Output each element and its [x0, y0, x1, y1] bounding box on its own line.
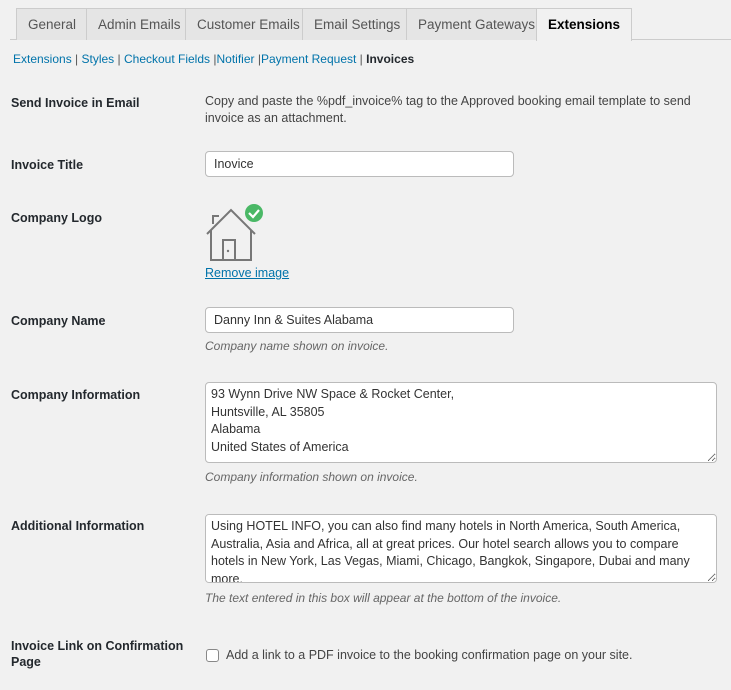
invoice-link-label: Invoice Link on Confirmation Page — [11, 639, 184, 669]
check-circle-icon — [245, 204, 263, 222]
subnav-styles[interactable]: Styles — [82, 52, 115, 66]
invoice-link-checkbox[interactable] — [206, 649, 219, 662]
invoice-title-input[interactable] — [205, 151, 514, 177]
subnav-notifier[interactable]: Notifier — [216, 52, 254, 66]
tab-admin-emails[interactable]: Admin Emails — [86, 8, 193, 40]
remove-image-link[interactable]: Remove image — [205, 266, 289, 280]
subnav-invoices: Invoices — [366, 52, 415, 66]
company-name-label: Company Name — [11, 314, 106, 328]
send-invoice-label: Send Invoice in Email — [11, 96, 140, 110]
send-invoice-text: Copy and paste the %pdf_invoice% tag to … — [205, 94, 691, 125]
company-name-hint: Company name shown on invoice. — [205, 339, 389, 353]
subnav-checkout-fields[interactable]: Checkout Fields — [124, 52, 210, 66]
additional-info-textarea[interactable]: Using HOTEL INFO, you can also find many… — [205, 514, 717, 583]
invoice-title-label: Invoice Title — [11, 158, 84, 172]
subnav-payment-request[interactable]: Payment Request — [261, 52, 356, 66]
subnav: Extensions | Styles | Checkout Fields |N… — [13, 52, 415, 66]
tab-customer-emails[interactable]: Customer Emails — [185, 8, 312, 40]
tab-extensions[interactable]: Extensions — [536, 8, 633, 41]
tab-general[interactable]: General — [16, 8, 89, 40]
additional-info-hint: The text entered in this box will appear… — [205, 591, 562, 605]
subnav-extensions[interactable]: Extensions — [13, 52, 72, 66]
company-info-textarea[interactable]: 93 Wynn Drive NW Space & Rocket Center, … — [205, 382, 717, 463]
invoice-link-checkbox-label[interactable]: Add a link to a PDF invoice to the booki… — [226, 647, 632, 664]
tab-email-settings[interactable]: Email Settings — [302, 8, 413, 40]
settings-tabs: General Admin Emails Customer Emails Ema… — [10, 8, 731, 41]
tab-payment-gateways[interactable]: Payment Gateways — [406, 8, 548, 40]
additional-info-label: Additional Information — [11, 519, 145, 533]
company-info-label: Company Information — [11, 388, 141, 402]
house-icon — [206, 204, 263, 261]
company-name-input[interactable] — [205, 307, 514, 333]
company-logo-label: Company Logo — [11, 211, 102, 225]
company-info-hint: Company information shown on invoice. — [205, 470, 418, 484]
